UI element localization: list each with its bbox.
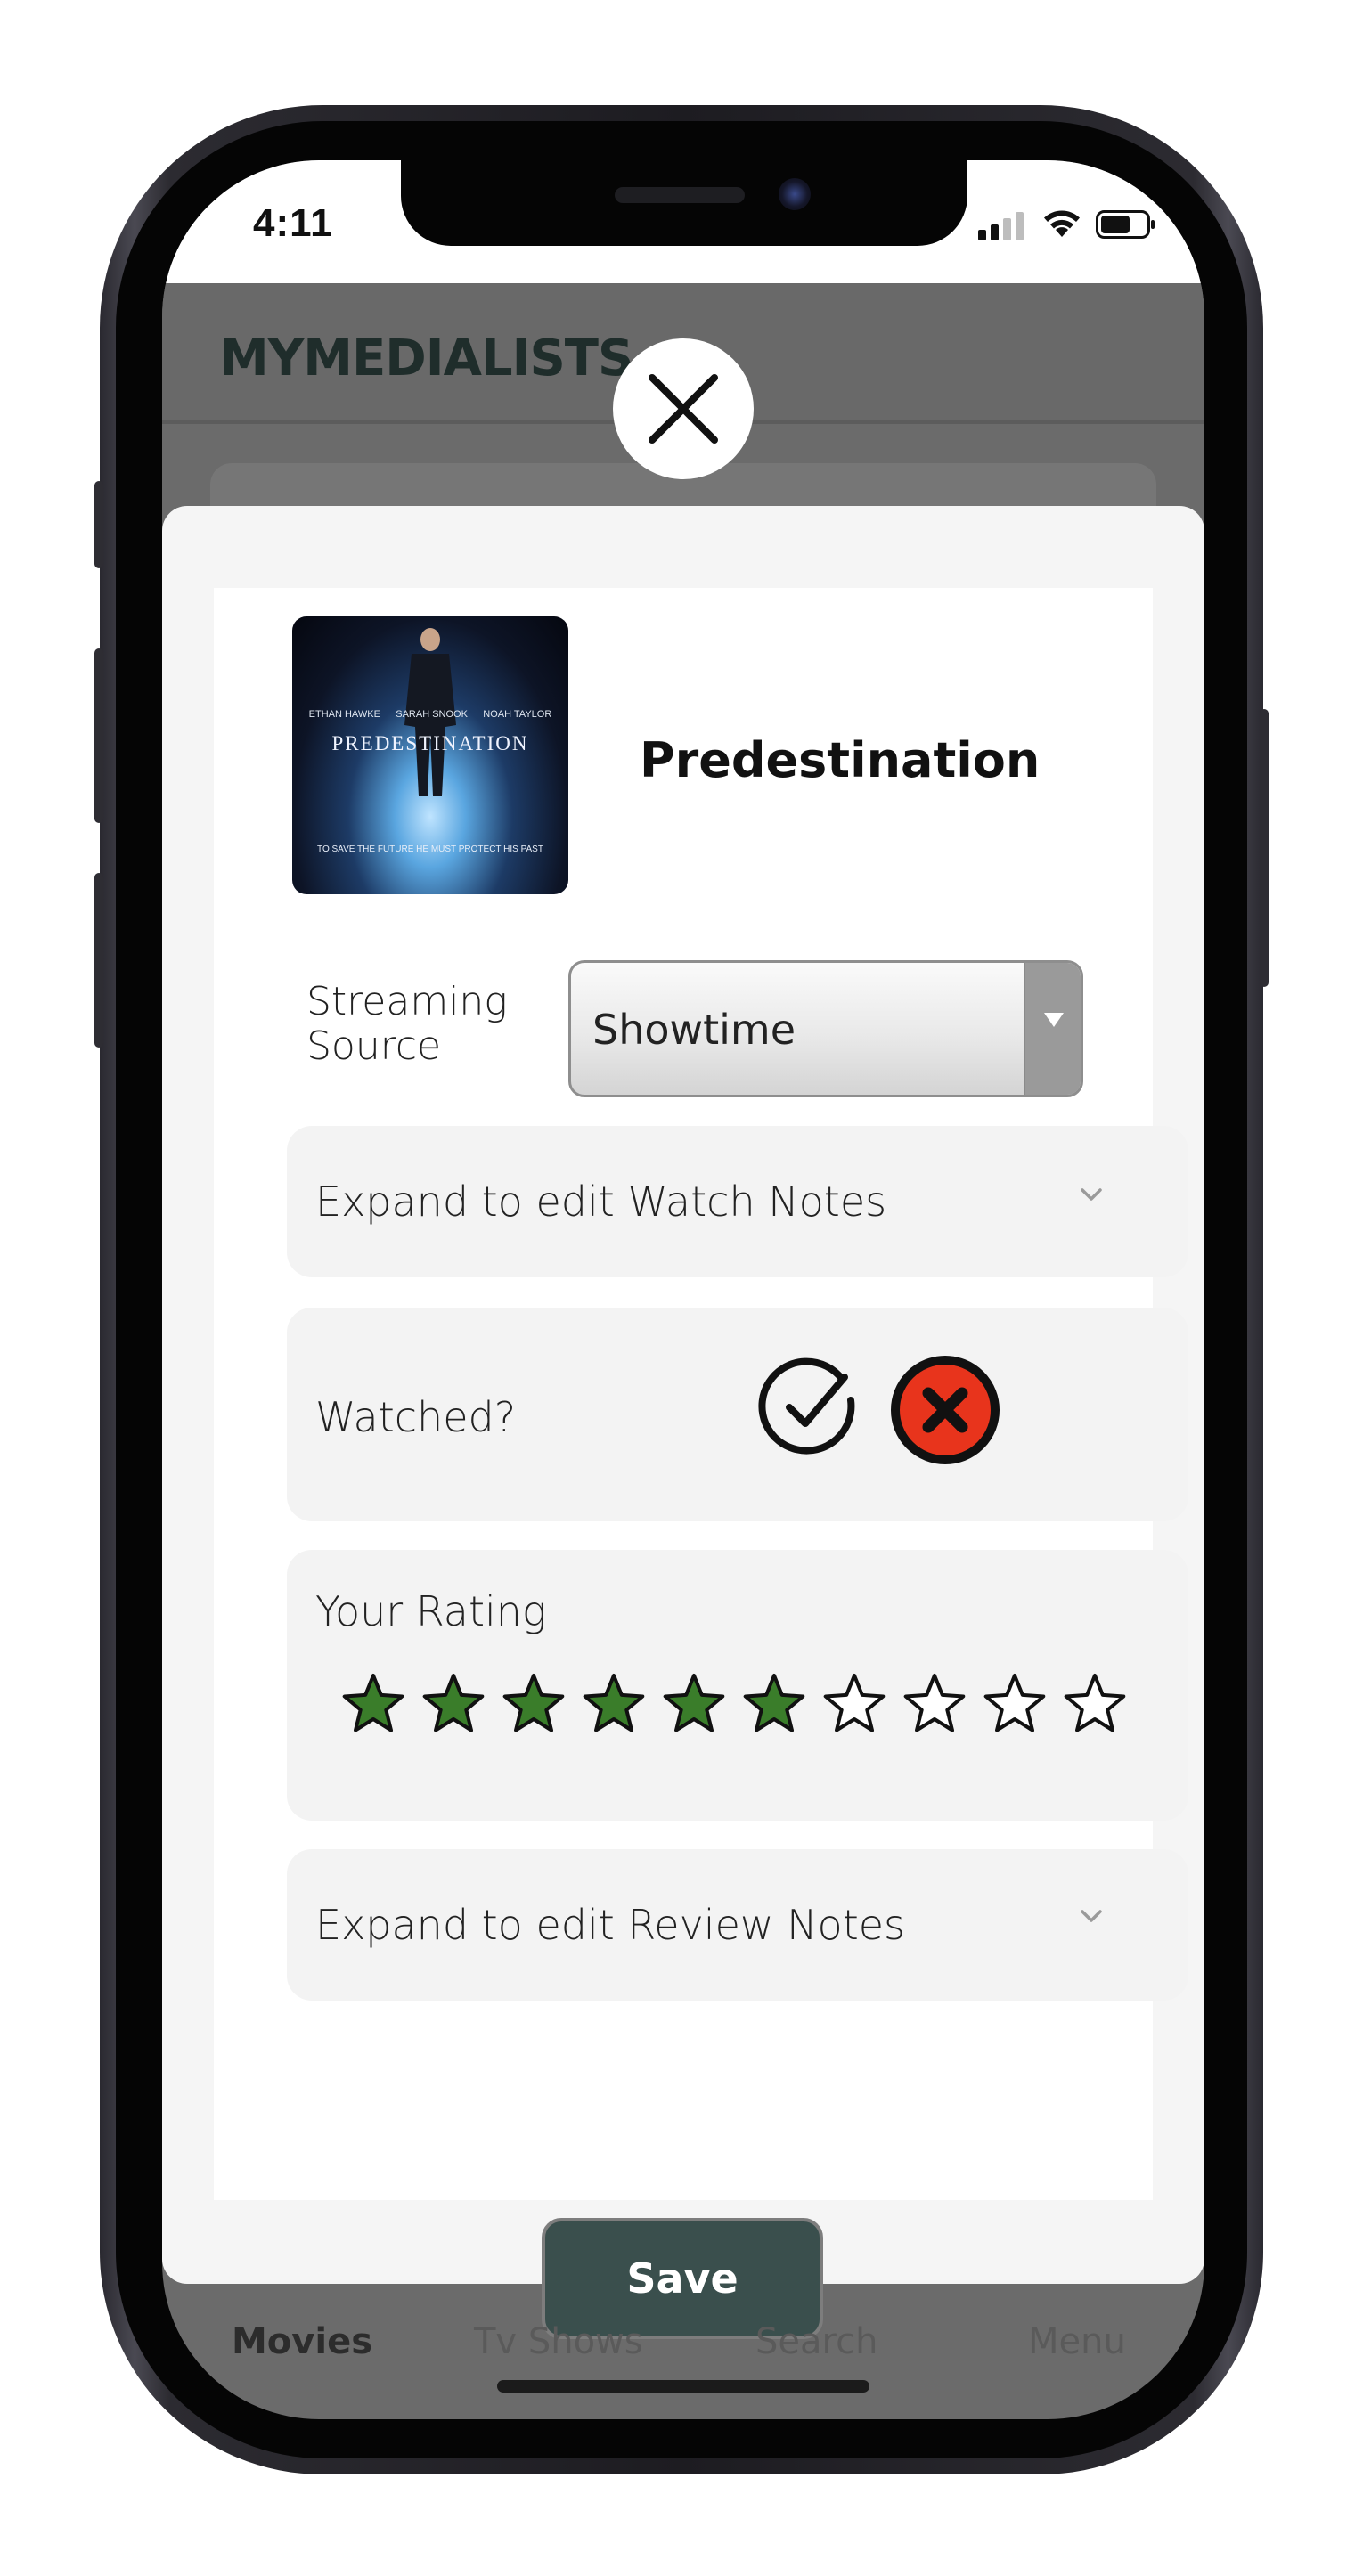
chevron-down-icon [1081,1188,1102,1201]
mute-switch [94,481,103,568]
power-button [1260,709,1269,987]
star-filled-icon[interactable] [340,1671,406,1737]
tab-tv-shows[interactable]: Tv Shows [474,2321,643,2362]
streaming-source-select[interactable]: Showtime [568,960,1083,1097]
star-rating[interactable] [340,1671,1128,1737]
close-icon [649,374,718,444]
tab-menu[interactable]: Menu [1028,2321,1126,2362]
movie-title: Predestination [640,732,1041,788]
poster-cast-name: NOAH TAYLOR [483,709,552,720]
review-notes-expander[interactable]: Expand to edit Review Notes [287,1849,1188,2001]
star-empty-icon[interactable] [1062,1671,1128,1737]
watched-label: Watched? [315,1393,517,1441]
volume-down-button [94,873,103,1048]
watch-notes-label: Expand to edit Watch Notes [315,1178,887,1226]
star-empty-icon[interactable] [982,1671,1048,1737]
poster-cast-name: ETHAN HAWKE [308,709,380,720]
battery-icon [1096,210,1155,239]
status-time: 4:11 [253,201,333,245]
poster-tagline: TO SAVE THE FUTURE HE MUST PROTECT HIS P… [317,844,543,854]
device-mockup: 4:11 MYMEDIALISTS ETHAN HAWKE SARAH SNOO… [0,0,1363,2576]
rating-label: Your Rating [315,1587,547,1635]
tab-movies[interactable]: Movies [232,2321,372,2362]
close-modal-button[interactable] [613,338,754,479]
app-logo: MYMEDIALISTS [219,330,633,387]
star-empty-icon[interactable] [821,1671,887,1737]
streaming-source-value: Showtime [592,1006,796,1054]
speaker-grille [615,187,745,203]
star-filled-icon[interactable] [501,1671,567,1737]
notch [401,160,967,246]
tab-search[interactable]: Search [755,2321,877,2362]
edit-movie-modal: ETHAN HAWKE SARAH SNOOK NOAH TAYLOR PRED… [162,506,1204,2284]
review-notes-label: Expand to edit Review Notes [315,1901,905,1949]
star-filled-icon[interactable] [661,1671,727,1737]
dropdown-arrow-icon [1024,963,1081,1095]
star-filled-icon[interactable] [420,1671,486,1737]
cellular-signal-icon [978,210,1028,240]
poster-cast-name: SARAH SNOOK [396,709,468,720]
status-bar: 4:11 [162,160,1204,283]
poster-cast: ETHAN HAWKE SARAH SNOOK NOAH TAYLOR [301,709,559,720]
home-indicator[interactable] [497,2380,869,2393]
rating-section: Your Rating [287,1550,1188,1821]
star-filled-icon[interactable] [581,1671,647,1737]
phone-screen: 4:11 MYMEDIALISTS ETHAN HAWKE SARAH SNOO… [162,160,1204,2419]
volume-up-button [94,648,103,823]
movie-poster: ETHAN HAWKE SARAH SNOOK NOAH TAYLOR PRED… [292,616,568,894]
streaming-source-label: Streaming Source [306,979,508,1069]
poster-title: PREDESTINATION [331,732,529,754]
watched-no-x-icon[interactable] [889,1354,1001,1466]
watched-yes-check-icon[interactable] [757,1354,862,1459]
front-camera [779,178,811,210]
chevron-down-icon [1081,1910,1102,1922]
wifi-icon [1044,210,1080,237]
modal-content: ETHAN HAWKE SARAH SNOOK NOAH TAYLOR PRED… [214,588,1188,2200]
star-empty-icon[interactable] [902,1671,967,1737]
watch-notes-expander[interactable]: Expand to edit Watch Notes [287,1126,1188,1277]
watched-section: Watched? [287,1308,1188,1521]
star-filled-icon[interactable] [741,1671,807,1737]
